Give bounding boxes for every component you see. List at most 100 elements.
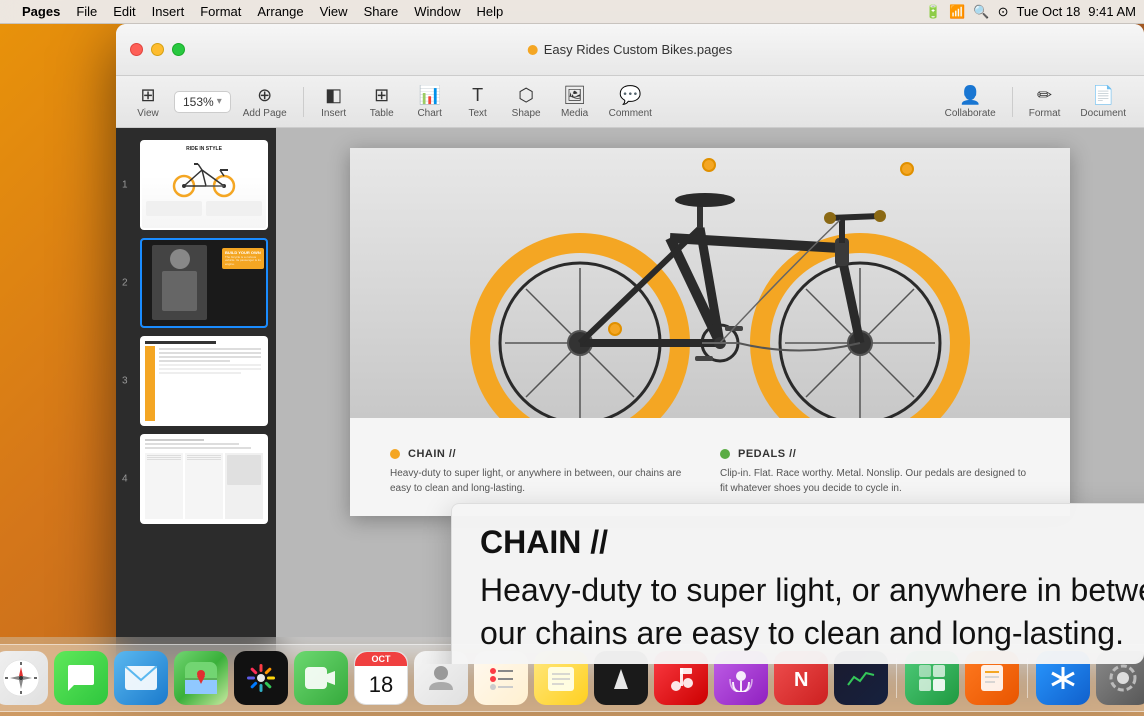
comment-button[interactable]: 💬 Comment — [601, 81, 660, 123]
news-icon: N — [787, 664, 815, 692]
dock-maps[interactable] — [174, 651, 228, 705]
appstore-icon — [1048, 663, 1078, 693]
menu-view[interactable]: View — [312, 0, 356, 24]
menu-share[interactable]: Share — [356, 0, 407, 24]
menubar-right: 🔋 📶 🔍 ⊙ Tue Oct 18 9:41 AM — [925, 4, 1136, 20]
thumb2-subtext: The bicycle is a curious vehicle. Its pa… — [225, 256, 261, 268]
reminders-icon — [486, 663, 516, 693]
menu-file[interactable]: File — [68, 0, 105, 24]
page-thumb-4[interactable]: 4 — [140, 434, 268, 524]
menu-pages[interactable]: Pages — [14, 0, 68, 24]
thumb1-title: RIDE IN STYLE — [186, 146, 222, 152]
battery-icon: 🔋 — [925, 4, 941, 20]
dock-facetime[interactable] — [294, 651, 348, 705]
maps-icon — [185, 662, 217, 694]
window-title: Easy Rides Custom Bikes.pages — [528, 42, 733, 57]
dock-photos[interactable] — [234, 651, 288, 705]
thumb-img-2: BUILD YOUR OWN The bicycle is a curious … — [140, 238, 268, 328]
dock-mail[interactable] — [114, 651, 168, 705]
contacts-icon — [427, 662, 455, 694]
thumb-img-3 — [140, 336, 268, 426]
table-button[interactable]: ⊞ Table — [360, 81, 404, 123]
svg-text:N: N — [794, 669, 808, 691]
page-number-3: 3 — [122, 376, 128, 387]
insert-button[interactable]: ◧ Insert — [312, 81, 356, 123]
chart-icon: 📊 — [418, 85, 440, 106]
thumb1-col2 — [206, 201, 262, 216]
page-lower-section: CHAIN // Heavy-duty to super light, or a… — [350, 418, 1070, 516]
bike-image-svg — [350, 148, 1070, 418]
calendar-inner: OCT 18 — [355, 652, 407, 704]
menu-insert[interactable]: Insert — [144, 0, 193, 24]
add-page-button[interactable]: ⊕ Add Page — [235, 81, 295, 123]
menu-window[interactable]: Window — [406, 0, 468, 24]
dock-safari[interactable] — [0, 651, 48, 705]
chart-button[interactable]: 📊 Chart — [408, 81, 452, 123]
thumb-img-4 — [140, 434, 268, 524]
podcasts-icon — [727, 664, 755, 692]
annotation-dot-frame — [608, 322, 622, 336]
pedals-dot — [720, 449, 730, 459]
document-button[interactable]: 📄 Document — [1072, 81, 1134, 123]
traffic-lights — [116, 43, 185, 56]
media-icon: 🖼 — [563, 85, 586, 106]
chain-column: CHAIN // Heavy-duty to super light, or a… — [390, 448, 700, 496]
popup-body-line1: Heavy-duty to super light, or anywhere i… — [480, 572, 1144, 608]
page-thumb-2[interactable]: 2 BUILD YOUR OWN The bicycle is a curiou… — [140, 238, 268, 328]
chain-header: CHAIN // — [390, 448, 700, 460]
chain-body-text: Heavy-duty to super light, or anywhere i… — [390, 466, 700, 496]
shape-icon: ⬡ — [518, 85, 534, 106]
text-button[interactable]: T Text — [456, 81, 500, 123]
collaborate-button[interactable]: 👤 Collaborate — [937, 81, 1004, 123]
menu-help[interactable]: Help — [469, 0, 512, 24]
photos-icon — [243, 660, 279, 696]
format-button[interactable]: ✏ Format — [1021, 81, 1069, 123]
thumb1-bike-svg — [164, 154, 244, 199]
chain-dot — [390, 449, 400, 459]
document-icon: 📄 — [1092, 85, 1114, 106]
mail-icon — [125, 666, 157, 690]
minimize-button[interactable] — [151, 43, 164, 56]
add-page-icon: ⊕ — [257, 85, 272, 106]
maximize-button[interactable] — [172, 43, 185, 56]
page-thumb-3[interactable]: 3 — [140, 336, 268, 426]
toolbar: ⊞ View 153% ▾ ⊕ Add Page ◧ Insert ⊞ Tabl… — [116, 76, 1144, 128]
thumb-img-1: RIDE IN STYLE — [140, 140, 268, 230]
system-preferences-icon — [1107, 662, 1139, 694]
page-thumb-1[interactable]: 1 RIDE IN STYLE — [140, 140, 268, 230]
dock-messages[interactable] — [54, 651, 108, 705]
numbers-icon — [917, 663, 947, 693]
close-button[interactable] — [130, 43, 143, 56]
notes-icon — [546, 663, 576, 693]
time-display: 9:41 AM — [1088, 4, 1136, 19]
search-icon[interactable]: 🔍 — [973, 4, 989, 20]
stocks-icon — [846, 667, 876, 689]
text-icon: T — [472, 85, 483, 106]
annotation-dot-seat — [702, 158, 716, 172]
menubar: Pages File Edit Insert Format Arrange Vi… — [0, 0, 1144, 24]
annotation-popup: CHAIN // Heavy-duty to super light, or a… — [451, 503, 1144, 664]
pages-sidebar: 1 RIDE IN STYLE — [116, 128, 276, 664]
bike-photo — [350, 148, 1070, 418]
control-center-icon[interactable]: ⊙ — [998, 4, 1009, 20]
window-titlebar: Easy Rides Custom Bikes.pages — [116, 24, 1144, 76]
popup-body: Heavy-duty to super light, or anywhere i… — [480, 569, 1144, 655]
view-icon: ⊞ — [140, 85, 155, 106]
menu-edit[interactable]: Edit — [105, 0, 143, 24]
comment-icon: 💬 — [619, 85, 641, 106]
media-button[interactable]: 🖼 Media — [553, 81, 597, 123]
menu-arrange[interactable]: Arrange — [249, 0, 311, 24]
table-icon: ⊞ — [374, 85, 389, 106]
popup-title: CHAIN // — [480, 524, 1144, 561]
pages-window: Easy Rides Custom Bikes.pages ⊞ View 153… — [116, 24, 1144, 664]
view-button[interactable]: ⊞ View — [126, 81, 170, 123]
pedals-header: PEDALS // — [720, 448, 1030, 460]
menu-format[interactable]: Format — [192, 0, 249, 24]
zoom-control[interactable]: 153% ▾ — [174, 91, 231, 113]
messages-icon — [66, 663, 96, 693]
shape-button[interactable]: ⬡ Shape — [504, 81, 549, 123]
zoom-chevron-icon: ▾ — [217, 96, 222, 107]
music-icon — [667, 664, 695, 692]
toolbar-divider2 — [1012, 87, 1013, 117]
dock-calendar[interactable]: OCT 18 — [354, 651, 408, 705]
